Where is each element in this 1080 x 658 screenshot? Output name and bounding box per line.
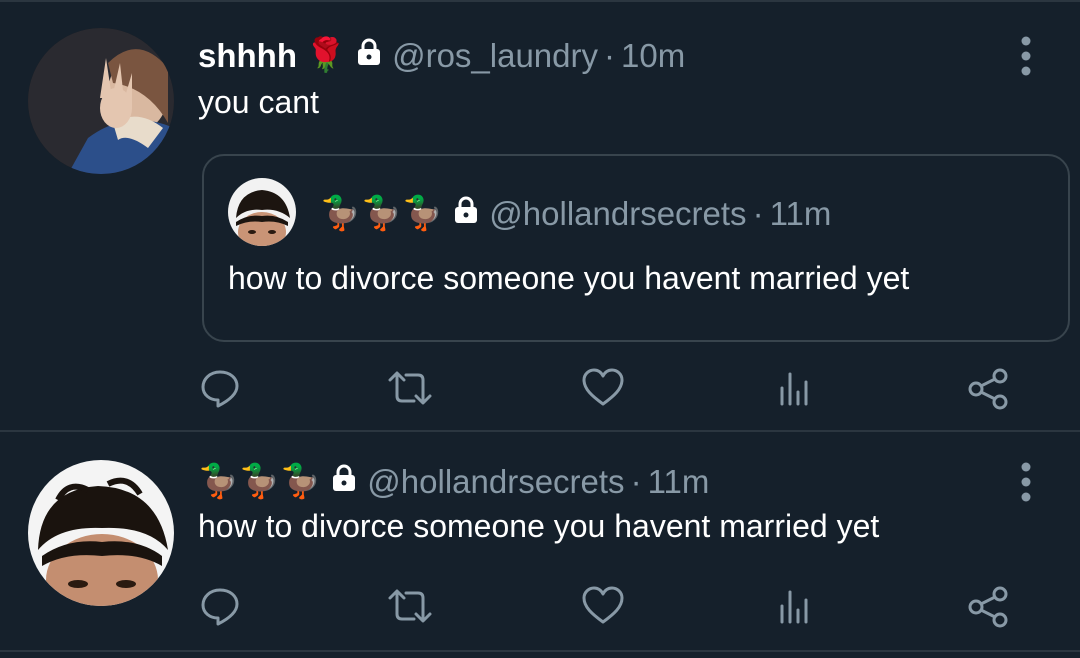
tweet-text: how to divorce someone you havent marrie… <box>198 508 880 544</box>
lock-icon <box>451 195 481 233</box>
stats-icon[interactable] <box>772 584 820 632</box>
tweet-text: you cant <box>198 84 319 120</box>
timestamp[interactable]: 10m <box>621 37 685 75</box>
reply-icon[interactable] <box>198 366 246 414</box>
avatar[interactable] <box>28 28 174 174</box>
reply-icon[interactable] <box>198 584 246 632</box>
avatar[interactable] <box>228 178 296 246</box>
lock-icon <box>329 463 359 501</box>
tweet-header: shhhh 🌹 @ros_laundry · 10m <box>198 36 685 75</box>
action-bar <box>0 366 1080 414</box>
duck-emoji: 🦆🦆🦆 <box>320 194 444 231</box>
tweet-header: 🦆🦆🦆 @hollandrsecrets · 11m <box>198 462 709 501</box>
heart-icon[interactable] <box>580 366 628 414</box>
quoted-tweet[interactable]: 🦆🦆🦆 @hollandrsecrets · 11m how to divorc… <box>202 154 1070 342</box>
share-icon[interactable] <box>966 366 1014 414</box>
action-bar <box>0 584 1080 632</box>
retweet-icon[interactable] <box>386 366 434 414</box>
handle[interactable]: @ros_laundry <box>392 37 598 75</box>
more-vertical-icon[interactable] <box>1020 462 1032 502</box>
stats-icon[interactable] <box>772 366 820 414</box>
handle[interactable]: @hollandrsecrets <box>489 195 746 233</box>
quote-text: how to divorce someone you havent marrie… <box>228 260 910 296</box>
separator: · <box>752 194 764 232</box>
more-vertical-icon[interactable] <box>1020 36 1032 76</box>
duck-emoji: 🦆🦆🦆 <box>198 462 322 499</box>
share-icon[interactable] <box>966 584 1014 632</box>
heart-icon[interactable] <box>580 584 628 632</box>
separator: · <box>630 462 642 500</box>
timestamp[interactable]: 11m <box>770 195 832 233</box>
quote-header: 🦆🦆🦆 @hollandrsecrets · 11m <box>320 194 831 233</box>
retweet-icon[interactable] <box>386 584 434 632</box>
separator: · <box>604 36 616 74</box>
lock-icon <box>354 37 384 75</box>
timestamp[interactable]: 11m <box>648 463 710 501</box>
display-name[interactable]: shhhh <box>198 37 297 75</box>
rose-emoji: 🌹 <box>304 36 347 73</box>
handle[interactable]: @hollandrsecrets <box>367 463 624 501</box>
tweet[interactable]: 🦆🦆🦆 @hollandrsecrets · 11m how to divorc… <box>0 432 1080 652</box>
tweet[interactable]: shhhh 🌹 @ros_laundry · 10m you cant 🦆🦆🦆 … <box>0 0 1080 432</box>
